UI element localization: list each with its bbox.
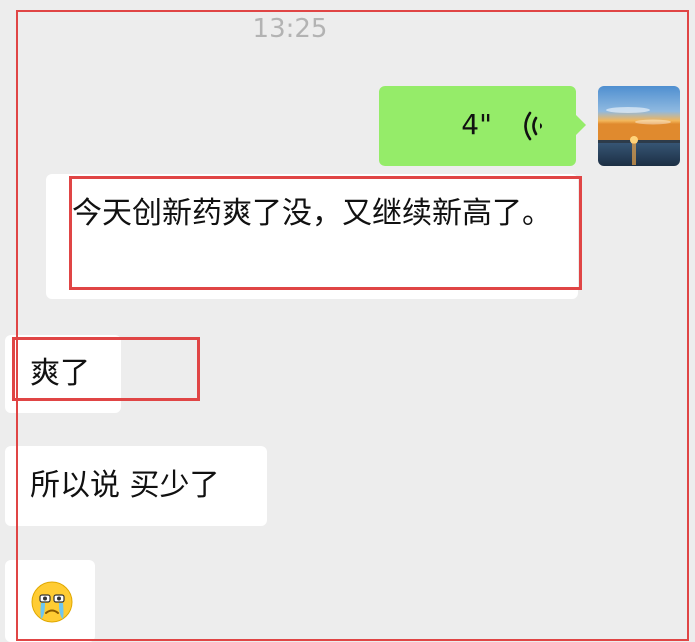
incoming-message-bubble[interactable]: 爽了: [5, 335, 121, 413]
voice-duration: 4": [461, 108, 492, 141]
message-timestamp: 13:25: [252, 14, 328, 44]
message-text: 今天创新药爽了没，又继续新高了。: [72, 196, 552, 231]
incoming-emoji-bubble[interactable]: [5, 560, 95, 642]
message-text: 爽了: [30, 356, 90, 391]
sunset-avatar-image: [598, 86, 680, 166]
message-text: 所以说 买少了: [30, 468, 220, 503]
voice-message-bubble[interactable]: 4": [379, 86, 586, 166]
crying-emoji-icon: [31, 581, 73, 623]
incoming-message-bubble[interactable]: 今天创新药爽了没，又继续新高了。: [46, 174, 578, 299]
annotation-box-outer: [16, 10, 689, 641]
voice-wave-icon: [524, 111, 542, 141]
self-avatar[interactable]: [598, 86, 680, 166]
incoming-message-bubble[interactable]: 所以说 买少了: [5, 446, 267, 526]
